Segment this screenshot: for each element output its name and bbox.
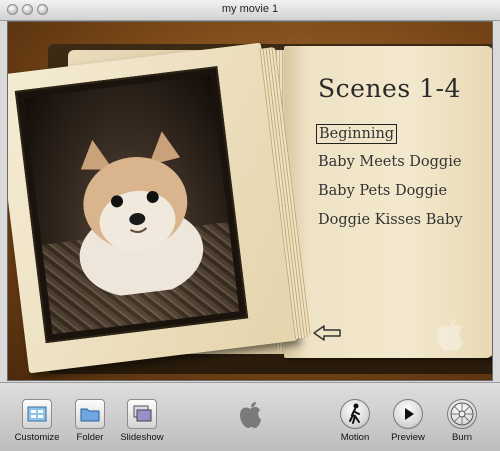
menu-preview: Scenes 1-4 Beginning Baby Meets Doggie B… bbox=[7, 21, 493, 381]
scene-button-baby-meets-doggie[interactable]: Baby Meets Doggie bbox=[316, 153, 463, 171]
window-title: my movie 1 bbox=[221, 3, 279, 15]
customize-icon bbox=[22, 399, 52, 429]
folder-button[interactable]: Folder bbox=[62, 399, 118, 443]
burn-icon bbox=[447, 399, 477, 429]
slideshow-button[interactable]: Slideshow bbox=[114, 399, 170, 443]
folder-icon bbox=[75, 399, 105, 429]
slideshow-icon bbox=[127, 399, 157, 429]
preview-button[interactable]: Preview bbox=[380, 399, 436, 443]
customize-label: Customize bbox=[14, 432, 60, 443]
book-front-page bbox=[8, 42, 311, 374]
dog-photo bbox=[23, 75, 240, 335]
customize-button[interactable]: Customize bbox=[9, 399, 65, 443]
motion-icon bbox=[340, 399, 370, 429]
play-icon bbox=[393, 399, 423, 429]
motion-label: Motion bbox=[340, 432, 370, 443]
title-bar: my movie 1 bbox=[0, 0, 500, 21]
scene-button-baby-pets-doggie[interactable]: Baby Pets Doggie bbox=[316, 182, 449, 200]
folder-label: Folder bbox=[76, 432, 104, 443]
burn-label: Burn bbox=[451, 432, 473, 443]
slideshow-label: Slideshow bbox=[120, 432, 164, 443]
apple-icon bbox=[240, 402, 261, 428]
bottom-toolbar: Customize Folder Slideshow Motion Previe… bbox=[0, 382, 500, 451]
scene-button-beginning[interactable]: Beginning bbox=[316, 124, 398, 144]
apple-icon bbox=[437, 319, 463, 351]
burn-button[interactable]: Burn bbox=[434, 399, 490, 443]
left-arrow-icon[interactable] bbox=[312, 324, 342, 342]
scenes-title: Scenes 1-4 bbox=[318, 74, 461, 103]
dog-image bbox=[79, 131, 204, 298]
preview-label: Preview bbox=[391, 432, 425, 443]
photo-drop-zone[interactable] bbox=[14, 66, 249, 344]
motion-button[interactable]: Motion bbox=[327, 399, 383, 443]
scene-button-doggie-kisses-baby[interactable]: Doggie Kisses Baby bbox=[316, 211, 465, 229]
window: my movie 1 Scenes 1-4 Beginning Baby Mee… bbox=[0, 0, 500, 451]
